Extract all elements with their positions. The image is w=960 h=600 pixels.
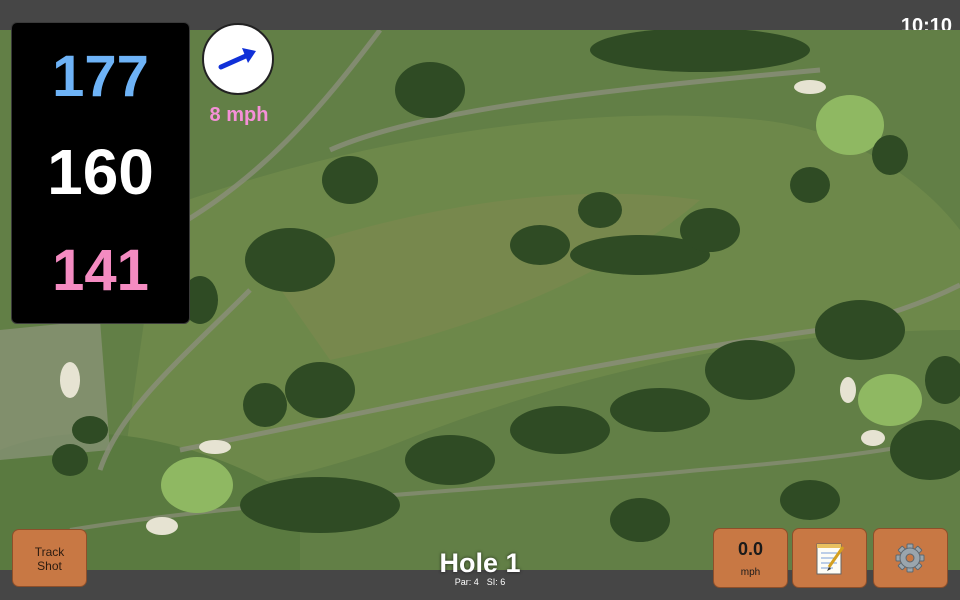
- speed-unit: mph: [740, 567, 761, 578]
- hole-par: Par: 4: [454, 577, 479, 587]
- distance-panel: 177 160 141: [11, 22, 190, 324]
- track-shot-button[interactable]: Track Shot: [12, 529, 87, 587]
- track-shot-label-line1: Track: [34, 545, 65, 559]
- hole-info: Par: 4 SI: 6: [380, 577, 580, 587]
- gear-icon: [895, 543, 925, 573]
- middle-distance: 160: [47, 136, 154, 208]
- hole-title: Hole 1: [439, 548, 521, 578]
- speed-value: 0.0: [737, 539, 764, 559]
- notepad-icon: [816, 543, 845, 575]
- arrow-icon: [218, 48, 256, 70]
- settings-button[interactable]: [873, 528, 948, 588]
- front-distance: 141: [52, 238, 149, 303]
- speed-button[interactable]: 0.0 mph: [713, 528, 788, 588]
- track-shot-label-line2: Shot: [37, 559, 62, 573]
- notes-button[interactable]: [792, 528, 867, 588]
- hole-stroke-index: SI: 6: [486, 577, 506, 587]
- wind-speed: 8 mph: [209, 104, 269, 126]
- wind-direction-indicator: [202, 23, 274, 95]
- back-distance: 177: [52, 44, 149, 109]
